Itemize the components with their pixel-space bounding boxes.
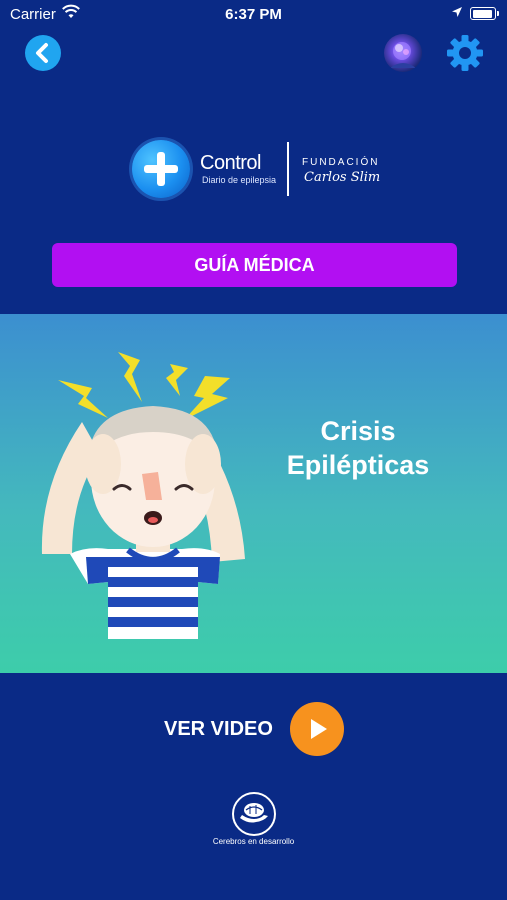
settings-button[interactable] [445, 33, 485, 73]
location-arrow-icon [452, 7, 462, 17]
battery-level [472, 9, 492, 18]
play-icon [311, 719, 327, 739]
logo-divider [287, 142, 289, 196]
brand-label: Cerebros en desarrollo [212, 837, 295, 846]
hero-title-line1: Crisis [320, 416, 396, 446]
back-button[interactable] [25, 35, 61, 71]
ver-video-label[interactable]: VER VIDEO [164, 718, 273, 741]
hero-banner: Crisis Epilépticas [0, 314, 507, 673]
status-bar: Carrier 6:37 PM [0, 0, 507, 28]
gear-icon [447, 35, 483, 71]
guia-medica-button[interactable]: GUÍA MÉDICA [52, 243, 457, 287]
logo-title: Control [200, 152, 261, 174]
brand-logo [232, 792, 276, 836]
hero-title: Crisis Epilépticas [280, 414, 436, 482]
logo-subtitle: Diario de epilepsia [202, 175, 277, 185]
battery-icon [470, 7, 499, 20]
brain-avatar-icon [390, 42, 416, 68]
play-video-button[interactable] [290, 702, 344, 756]
hero-title-line2: Epilépticas [286, 450, 430, 480]
status-time: 6:37 PM [225, 6, 282, 23]
partner-name: Carlos Slim [304, 170, 381, 185]
brain-hand-icon [240, 803, 268, 823]
partner-title: FUNDACIÓN [302, 157, 380, 168]
chevron-left-icon [36, 43, 48, 63]
profile-avatar[interactable] [384, 34, 422, 72]
plus-logo-icon [132, 140, 190, 198]
headache-illustration [41, 352, 245, 639]
app-logo: Control Diario de epilepsia FUNDACIÓN Ca… [130, 140, 400, 200]
